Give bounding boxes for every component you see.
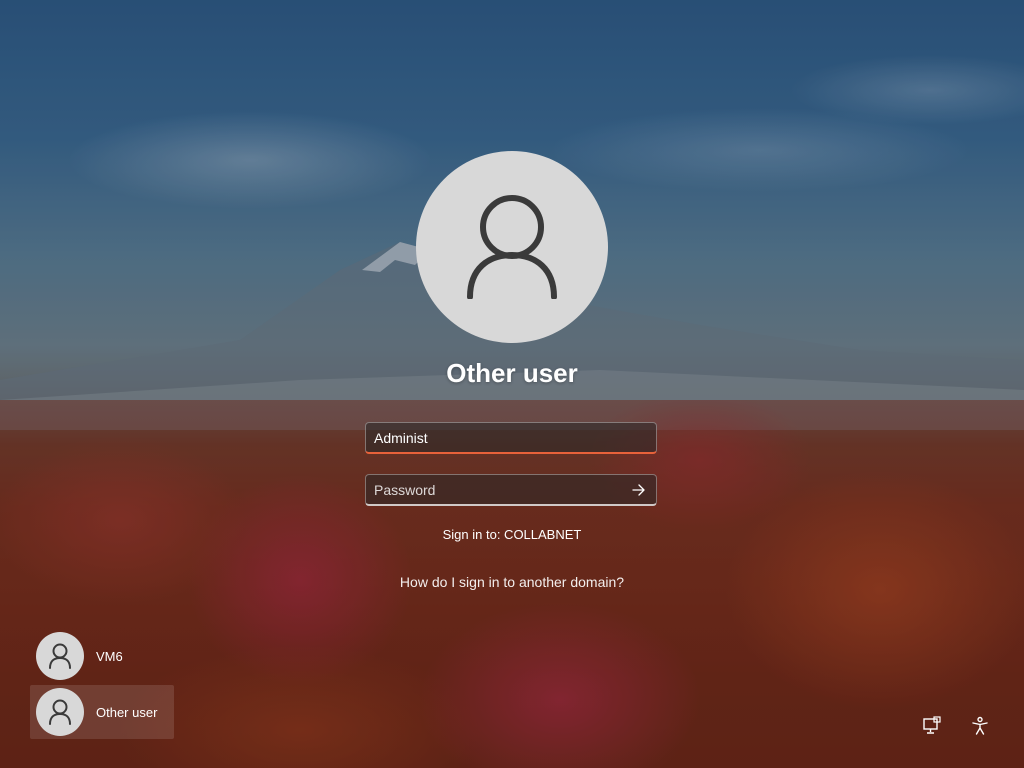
user-list-item-label: Other user — [96, 704, 158, 720]
submit-button[interactable] — [622, 475, 656, 504]
person-icon — [49, 643, 71, 669]
sign-in-domain-text: Sign in to: COLLABNET — [442, 527, 582, 542]
accessibility-button[interactable] — [968, 714, 992, 738]
person-icon — [49, 699, 71, 725]
user-avatar-small — [36, 632, 84, 680]
accessibility-icon — [972, 716, 988, 735]
user-list-item-other-user[interactable]: Other user — [30, 685, 174, 739]
user-avatar-large — [416, 151, 608, 343]
user-list-item-vm6[interactable]: VM6 — [30, 629, 174, 683]
password-input[interactable] — [366, 475, 622, 504]
person-icon — [467, 195, 557, 299]
lock-screen: Other user Sign in to: COLLABNET How do … — [0, 0, 1024, 768]
user-avatar-small — [36, 688, 84, 736]
password-field-container — [365, 474, 657, 506]
domain-help-link[interactable]: How do I sign in to another domain? — [312, 574, 712, 590]
user-list-item-label: VM6 — [96, 648, 123, 664]
network-icon — [923, 716, 941, 734]
selected-username: Other user — [446, 358, 578, 388]
arrow-right-icon — [632, 483, 645, 496]
username-field-container — [365, 422, 657, 454]
network-button[interactable] — [920, 714, 944, 738]
username-input[interactable] — [366, 423, 656, 452]
